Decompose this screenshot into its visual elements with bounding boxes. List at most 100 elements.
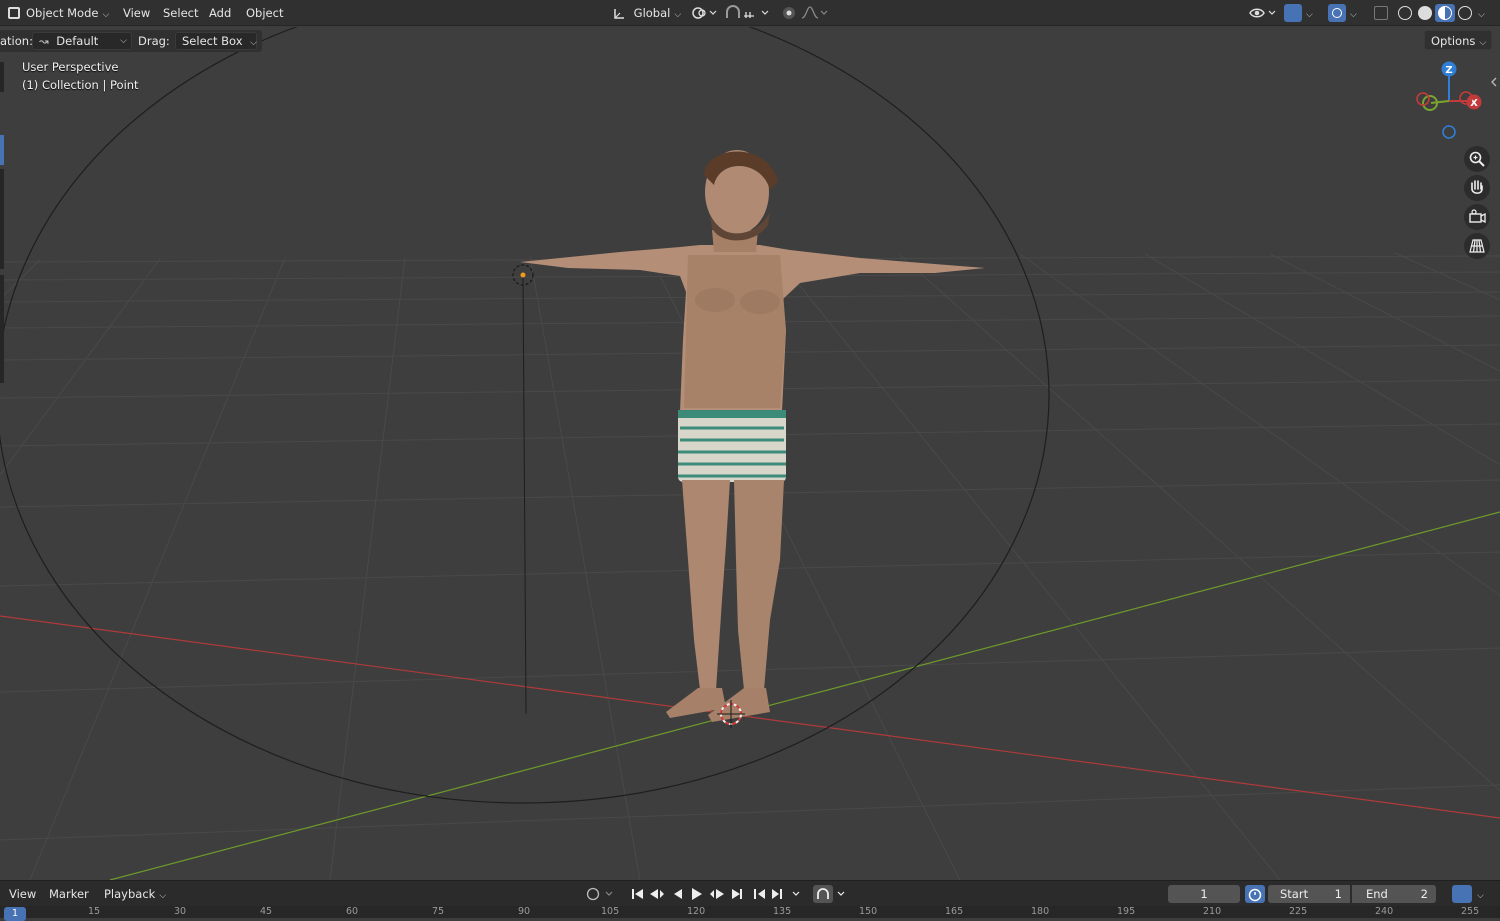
- ruler-tick: 105: [601, 906, 620, 917]
- play-icon[interactable]: [692, 888, 702, 900]
- keying-toggle[interactable]: [584, 885, 620, 903]
- prev-keyframe-icon[interactable]: [650, 889, 664, 899]
- auto-keying-snap-toggle[interactable]: [812, 885, 852, 903]
- ruler-tick: 90: [518, 906, 531, 917]
- visibility-dropdown[interactable]: [1248, 4, 1278, 22]
- gizmo-toggle[interactable]: ⌵: [1284, 4, 1313, 22]
- solid-shading-button[interactable]: [1416, 4, 1434, 22]
- start-value: 1: [1334, 887, 1342, 901]
- orientation-axes-icon: ↝: [39, 34, 49, 48]
- grid-perspective-icon: [1469, 239, 1485, 253]
- transform-orientation-dropdown[interactable]: Global ⌵: [606, 4, 687, 22]
- pan-button[interactable]: [1464, 175, 1490, 201]
- menu-select[interactable]: Select: [157, 4, 204, 22]
- transform-orientation-label: Global: [633, 6, 671, 20]
- ruler-tick: 150: [859, 906, 878, 917]
- zoom-button[interactable]: [1464, 146, 1490, 172]
- overlay-options-dropdown[interactable]: ⌵: [1473, 885, 1484, 903]
- prev-key-step-icon[interactable]: [754, 889, 765, 899]
- perspective-toggle-button[interactable]: [1464, 233, 1490, 259]
- next-key-step-icon[interactable]: [772, 889, 782, 899]
- viewport-header: Object Mode ⌵ View Select Add Object Glob…: [0, 0, 1500, 26]
- timeline-menu-playback[interactable]: Playback ⌵: [98, 885, 172, 903]
- proportional-editing-toggle[interactable]: [780, 4, 830, 22]
- snap-toggle[interactable]: [724, 4, 774, 22]
- overlay-toggle[interactable]: [1452, 885, 1472, 903]
- toolbar-edge[interactable]: [0, 62, 4, 92]
- jump-start-icon[interactable]: [632, 889, 643, 899]
- viewport-scene: Z X: [0, 27, 1500, 880]
- current-frame-field[interactable]: 1: [1168, 885, 1240, 903]
- drag-label: Drag:: [138, 34, 170, 48]
- ruler-tick: 60: [346, 906, 359, 917]
- overlays-toggle[interactable]: ⌵: [1328, 4, 1357, 22]
- tool-settings-header: ation: ↝ Default ⌵ Drag: Select Box ⌵ Op…: [0, 27, 1500, 52]
- menu-object[interactable]: Object: [240, 4, 289, 22]
- preview-range-toggle[interactable]: [1245, 885, 1265, 903]
- chevron-down-icon: ⌵: [1350, 10, 1357, 20]
- camera-icon: [1469, 209, 1486, 224]
- toolbar-edge[interactable]: [0, 169, 4, 269]
- pivot-point-dropdown[interactable]: [690, 4, 720, 22]
- drag-value: Select Box: [182, 34, 243, 48]
- end-label: End: [1366, 887, 1388, 901]
- perspective-label: User Perspective: [22, 60, 119, 74]
- playback-label: Playback: [104, 887, 156, 901]
- jump-end-icon[interactable]: [732, 889, 742, 899]
- stopwatch-icon: [1248, 888, 1262, 902]
- camera-view-button[interactable]: [1464, 204, 1490, 230]
- character-model[interactable]: [520, 150, 985, 722]
- ruler-tick: 225: [1289, 906, 1308, 917]
- timeline-menu-marker[interactable]: Marker: [43, 885, 95, 903]
- gizmo-neg-z-axis[interactable]: [1442, 125, 1456, 139]
- xray-toggle[interactable]: [1374, 4, 1388, 22]
- orientation-dropdown[interactable]: ↝ Default ⌵: [32, 32, 132, 50]
- ruler-tick: 15: [88, 906, 101, 917]
- ruler-tick: 135: [773, 906, 792, 917]
- ruler-tick: 75: [432, 906, 445, 917]
- ruler-tick: 195: [1117, 906, 1136, 917]
- drag-dropdown[interactable]: Select Box ⌵: [175, 32, 257, 50]
- ruler-tick: 30: [174, 906, 187, 917]
- chevron-down-icon: ⌵: [120, 36, 127, 46]
- chevron-down-icon: ⌵: [674, 10, 682, 20]
- tool-settings-panel: ation: ↝ Default ⌵ Drag: Select Box ⌵: [0, 30, 262, 52]
- ruler-tick: 165: [945, 906, 964, 917]
- ruler-tick: 240: [1375, 906, 1394, 917]
- end-frame-field[interactable]: End 2: [1352, 885, 1436, 903]
- timeline-ruler[interactable]: 1 15 30 45 60 75 90 105 120 135 150 165 …: [0, 906, 1500, 921]
- orientation-value: Default: [56, 34, 99, 48]
- wireframe-shading-button[interactable]: [1396, 4, 1414, 22]
- chevron-down-icon: ⌵: [1306, 10, 1313, 20]
- start-frame-field[interactable]: Start 1: [1268, 885, 1350, 903]
- chevron-down-icon: ⌵: [159, 891, 167, 901]
- next-keyframe-icon[interactable]: [710, 889, 724, 899]
- chevron-down-icon: ⌵: [250, 38, 257, 48]
- ruler-tick: 45: [260, 906, 273, 917]
- timeline-menu-view[interactable]: View: [3, 885, 42, 903]
- material-preview-shading-button[interactable]: [1435, 4, 1455, 22]
- chevron-down-icon: ⌵: [1479, 38, 1487, 48]
- ruler-tick: 210: [1203, 906, 1222, 917]
- orientation-axes-icon: [612, 7, 626, 21]
- toolbar-edge[interactable]: [0, 275, 4, 383]
- mode-selector[interactable]: Object Mode ⌵: [4, 4, 115, 22]
- ruler-tick: 255: [1461, 906, 1480, 917]
- toolbar-edge-active[interactable]: [0, 135, 4, 165]
- play-reverse-icon[interactable]: [674, 889, 682, 899]
- menu-view[interactable]: View: [117, 4, 156, 22]
- zoom-icon: [1469, 151, 1485, 167]
- playhead[interactable]: 1: [4, 907, 26, 921]
- mode-label: Object Mode: [26, 6, 99, 20]
- playback-controls: [628, 885, 808, 903]
- menu-add[interactable]: Add: [203, 4, 237, 22]
- options-label: Options: [1431, 34, 1476, 48]
- sidebar-toggle-icon[interactable]: [1491, 77, 1497, 87]
- options-dropdown[interactable]: Options ⌵: [1424, 30, 1492, 50]
- rendered-shading-button[interactable]: [1456, 4, 1474, 22]
- navigation-gizmo[interactable]: Z X: [1416, 61, 1482, 139]
- ruler-tick: 180: [1031, 906, 1050, 917]
- 3d-viewport[interactable]: Z X User Perspective (1) Collection | Po…: [0, 27, 1500, 880]
- chevron-down-icon[interactable]: ⌵: [1478, 6, 1485, 24]
- hand-icon: [1471, 180, 1483, 194]
